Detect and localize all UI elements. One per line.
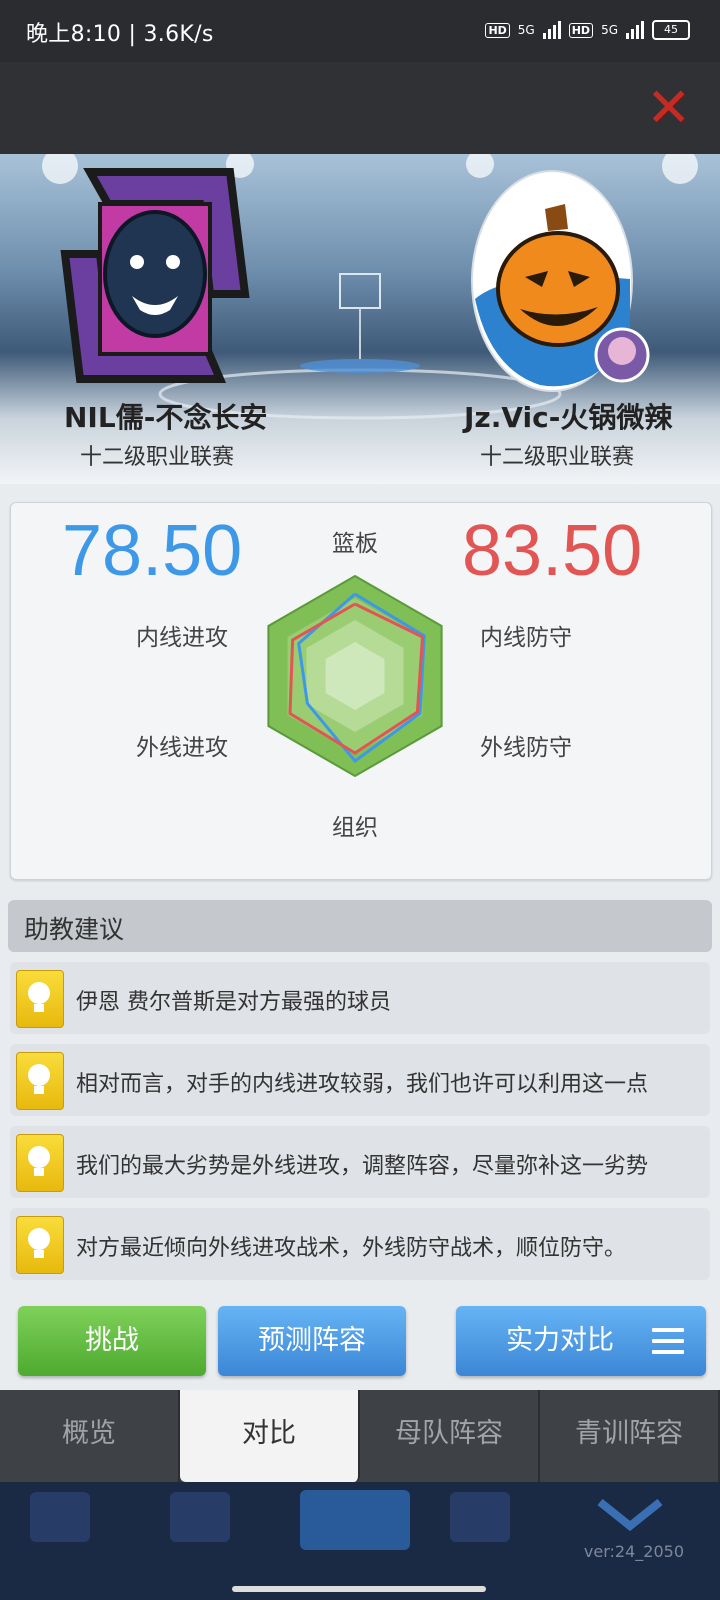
away-team-logo [471,170,650,392]
radar-label-outside-offense: 外线进攻 [136,735,228,761]
radar-label-inside-defense: 内线防守 [480,625,572,651]
tab-overview[interactable]: 概览 [0,1390,180,1482]
challenge-button[interactable]: 挑战 [18,1306,206,1376]
status-icons: HD 5G HD 5G 45 [485,20,690,40]
away-team-name: Jz.Vic-火锅微辣 [464,401,673,434]
tab-compare[interactable]: 对比 [180,1390,360,1482]
radar-label-rebound: 篮板 [332,531,378,557]
radar-label-inside-offense: 内线进攻 [136,625,228,651]
footer-nav [0,1482,720,1600]
lightbulb-icon [16,1134,64,1192]
advice-item: 伊恩 费尔普斯是对方最强的球员 [10,962,710,1034]
predict-lineup-button[interactable]: 预测阵容 [218,1306,406,1376]
network-label: 5G [517,23,535,37]
lightbulb-icon [16,970,64,1028]
home-team-name: NIL儒-不念长安 [64,401,268,434]
signal-icon-2 [626,21,644,39]
lightbulb-icon [16,1216,64,1274]
close-icon[interactable]: ✕ [646,81,691,135]
advice-item: 对方最近倾向外线进攻战术，外线防守战术，顺位防守。 [10,1208,710,1280]
advice-title: 助教建议 [24,915,125,944]
away-score: 83.50 [462,511,643,591]
hd-icon: HD [485,22,510,38]
advice-text: 对方最近倾向外线进攻战术，外线防守战术，顺位防守。 [76,1236,627,1261]
tab-youth-roster[interactable]: 青训阵容 [540,1390,720,1482]
strength-compare-label: 实力对比 [506,1325,614,1356]
away-team-league: 十二级职业联赛 [480,445,635,470]
top-header: ✕ [0,62,720,154]
tab-bar: 概览 对比 母队阵容 青训阵容 [0,1390,720,1482]
advice-item: 我们的最大劣势是外线进攻，调整阵容，尽量弥补这一劣势 [10,1126,710,1198]
radar-label-outside-defense: 外线防守 [480,735,572,761]
advice-item: 相对而言，对手的内线进攻较弱，我们也许可以利用这一点 [10,1044,710,1116]
advice-header: 助教建议 [8,900,712,952]
menu-icon[interactable] [652,1328,684,1361]
advice-text: 伊恩 费尔普斯是对方最强的球员 [76,990,391,1015]
advice-text: 我们的最大劣势是外线进攻，调整阵容，尽量弥补这一劣势 [76,1154,649,1179]
status-bar: 晚上8:10 | 3.6K/s HD 5G HD 5G 45 [0,0,720,62]
advice-text: 相对而言，对手的内线进攻较弱，我们也许可以利用这一点 [76,1072,649,1097]
tab-parent-roster[interactable]: 母队阵容 [360,1390,540,1482]
home-indicator[interactable] [232,1586,486,1592]
version-label: ver:24_2050 [583,1542,684,1561]
home-team-league: 十二级职业联赛 [80,445,235,470]
home-team-logo [60,168,250,383]
network-label-2: 5G [601,23,618,37]
lightbulb-icon [16,1052,64,1110]
battery-icon: 45 [652,20,690,40]
home-score: 78.50 [62,511,243,591]
radar-label-playmaking: 组织 [332,815,378,841]
footer-icons [30,1490,663,1550]
team-banner: NIL儒-不念长安 十二级职业联赛 Jz.Vic-火锅微辣 十二级职业联赛 [0,154,720,484]
signal-icon [542,21,561,39]
hd-icon-2: HD [568,22,594,38]
status-time: 晚上8:10 | 3.6K/s [26,22,214,47]
radar-chart [267,574,443,778]
strength-compare-button[interactable]: 实力对比 [456,1306,706,1376]
